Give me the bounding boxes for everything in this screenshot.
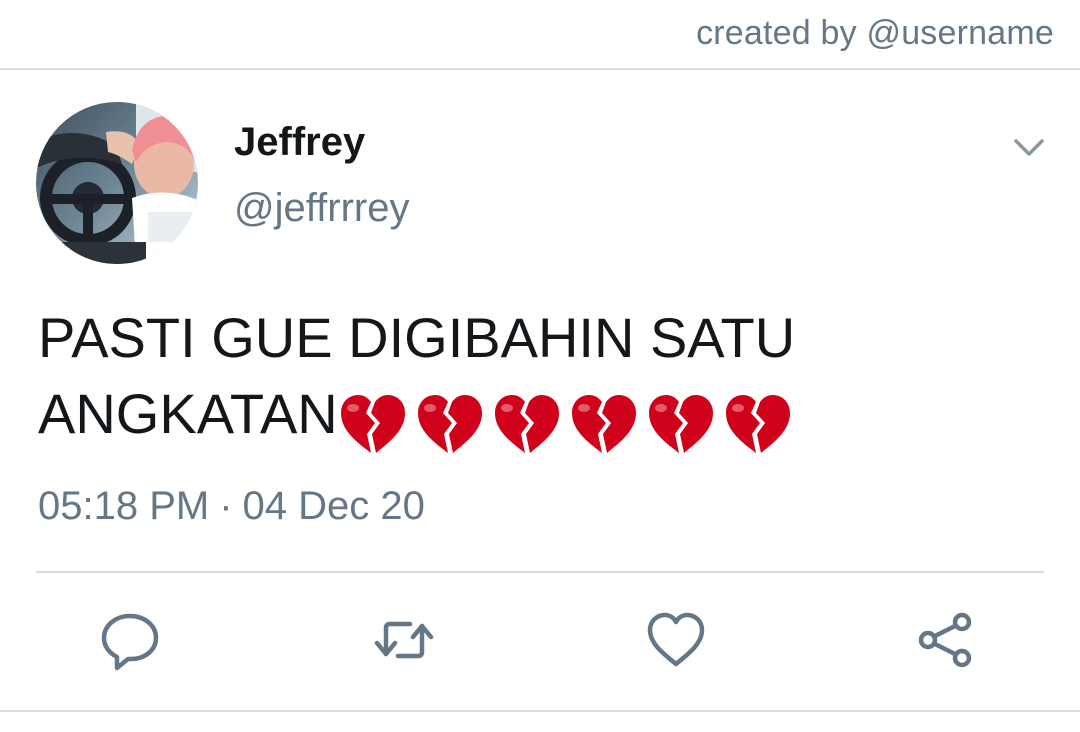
top-bar: created by @username xyxy=(0,0,1080,70)
tweet-time: 05:18 PM xyxy=(38,484,210,528)
broken-heart-icon xyxy=(648,395,713,454)
bottom-divider xyxy=(0,710,1080,712)
heart-icon[interactable] xyxy=(644,608,708,672)
broken-heart-icon xyxy=(417,395,482,454)
broken-heart-icon xyxy=(340,395,405,454)
avatar-image xyxy=(36,102,198,264)
retweet-icon[interactable] xyxy=(372,608,436,672)
reply-icon[interactable] xyxy=(98,608,162,672)
tweet-date: 04 Dec 20 xyxy=(242,484,425,528)
tweet-body: PASTI GUE DIGIBAHIN SATU ANGKATAN xyxy=(38,300,1048,458)
broken-heart-emojis xyxy=(338,382,800,458)
chevron-down-icon[interactable] xyxy=(1010,132,1048,162)
share-icon[interactable] xyxy=(914,608,978,672)
broken-heart-icon xyxy=(494,395,559,454)
author-display-name[interactable]: Jeffrey xyxy=(234,120,365,165)
watermark-credit: created by @username xyxy=(696,14,1054,52)
broken-heart-icon xyxy=(571,395,636,454)
avatar[interactable] xyxy=(36,102,198,264)
divider xyxy=(36,571,1044,573)
meta-separator: · xyxy=(219,484,233,528)
author-handle[interactable]: @jeffrrrey xyxy=(234,186,409,231)
tweet-timestamp: 05:18 PM · 04 Dec 20 xyxy=(38,484,425,529)
broken-heart-icon xyxy=(725,395,790,454)
